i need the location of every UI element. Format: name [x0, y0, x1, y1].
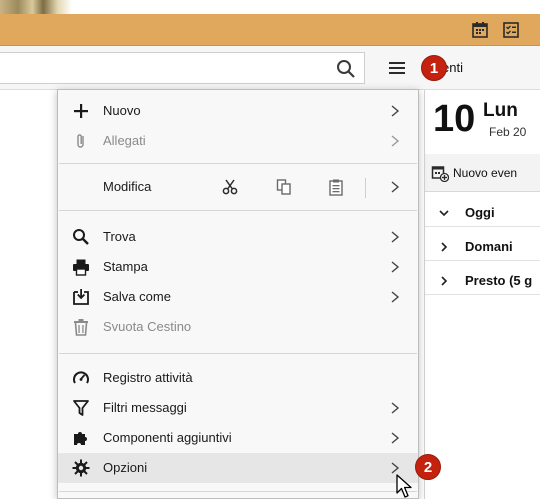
today-pane: 10 Lun Feb 20 Nuovo even Oggi Domani Pre… [424, 90, 540, 499]
step-badge-2: 2 [415, 454, 441, 480]
gauge-icon [72, 369, 90, 387]
paperclip-icon [72, 132, 90, 150]
menu-item-label: Registro attività [103, 370, 193, 385]
agenda-section-tomorrow[interactable]: Domani [425, 231, 540, 261]
chevron-right-icon [439, 274, 449, 286]
chevron-right-icon [390, 181, 400, 193]
chevron-down-icon [439, 206, 449, 217]
chevron-right-icon [390, 432, 400, 444]
menu-item-label: Nuovo [103, 103, 141, 118]
chevron-right-icon [439, 240, 449, 252]
title-bar [0, 14, 540, 46]
new-event-button[interactable]: Nuovo even [425, 154, 540, 192]
toolbar: enti [0, 46, 540, 90]
menu-separator [59, 210, 417, 211]
puzzle-icon [72, 429, 90, 447]
copy-icon[interactable] [275, 178, 293, 196]
search-input[interactable] [0, 52, 365, 84]
menu-item-label: Trova [103, 229, 136, 244]
chevron-right-icon [390, 105, 400, 117]
chevron-right-icon [390, 261, 400, 273]
gear-icon [72, 459, 90, 477]
filter-icon [72, 399, 90, 417]
trash-icon [72, 318, 90, 336]
chevron-right-icon [390, 231, 400, 243]
menu-item-label: Allegati [103, 133, 146, 148]
background-image-fragment [0, 0, 72, 14]
menu-item-label: Modifica [103, 179, 152, 194]
top-strip [0, 0, 540, 14]
menu-separator [59, 491, 417, 492]
app-menu-button[interactable] [388, 59, 406, 77]
new-event-icon [431, 164, 450, 183]
menu-item-edit[interactable]: Modifica [58, 172, 418, 202]
today-day-number: 10 [433, 98, 476, 140]
menu-item-attachments: Allegati [58, 126, 418, 156]
menu-item-label: Filtri messaggi [103, 400, 187, 415]
plus-icon [72, 102, 90, 120]
menu-item-label: Opzioni [103, 460, 148, 475]
menu-item-print[interactable]: Stampa [58, 252, 418, 282]
menu-separator [59, 353, 417, 354]
printer-icon [72, 258, 90, 276]
search-icon [72, 228, 90, 246]
agenda-section-label: Presto (5 g [465, 273, 533, 288]
menu-item-label: Svuota Cestino [103, 319, 192, 334]
agenda-section-label: Domani [465, 239, 513, 254]
agenda-section-today[interactable]: Oggi [425, 197, 540, 227]
menu-item-label: Stampa [103, 259, 148, 274]
chevron-right-icon [390, 291, 400, 303]
menu-item-message-filters[interactable]: Filtri messaggi [58, 393, 418, 423]
menu-item-label: Componenti aggiuntivi [103, 430, 232, 445]
today-day-name: Lun [483, 100, 518, 121]
search-icon[interactable] [336, 59, 356, 79]
menu-item-label: Salva come [103, 289, 171, 304]
menu-item-new[interactable]: Nuovo [58, 96, 418, 126]
new-event-label: Nuovo even [453, 166, 518, 180]
agenda-section-label: Oggi [465, 205, 495, 220]
menu-vertical-separator [365, 178, 366, 198]
agenda-section-soon[interactable]: Presto (5 g [425, 265, 540, 295]
step-badge-1: 1 [421, 55, 447, 81]
app-menu-panel: Nuovo Allegati Modifica Trova Stampa Sal… [57, 89, 419, 499]
menu-item-options[interactable]: Opzioni [58, 453, 418, 483]
chevron-right-icon [390, 462, 400, 474]
menu-item-save-as[interactable]: Salva come [58, 282, 418, 312]
menu-item-empty-trash: Svuota Cestino [58, 312, 418, 342]
save-as-icon [72, 288, 90, 306]
cut-icon[interactable] [221, 178, 239, 196]
calendar-icon[interactable] [471, 21, 489, 39]
chevron-right-icon [390, 135, 400, 147]
menu-item-activity-log[interactable]: Registro attività [58, 363, 418, 393]
menu-item-find[interactable]: Trova [58, 222, 418, 252]
today-month: Feb 20 [489, 125, 527, 139]
paste-icon[interactable] [327, 178, 345, 196]
mouse-cursor-icon [396, 474, 416, 499]
tasks-icon[interactable] [502, 21, 520, 39]
chevron-right-icon [390, 402, 400, 414]
menu-item-addons[interactable]: Componenti aggiuntivi [58, 423, 418, 453]
menu-separator [59, 163, 417, 164]
